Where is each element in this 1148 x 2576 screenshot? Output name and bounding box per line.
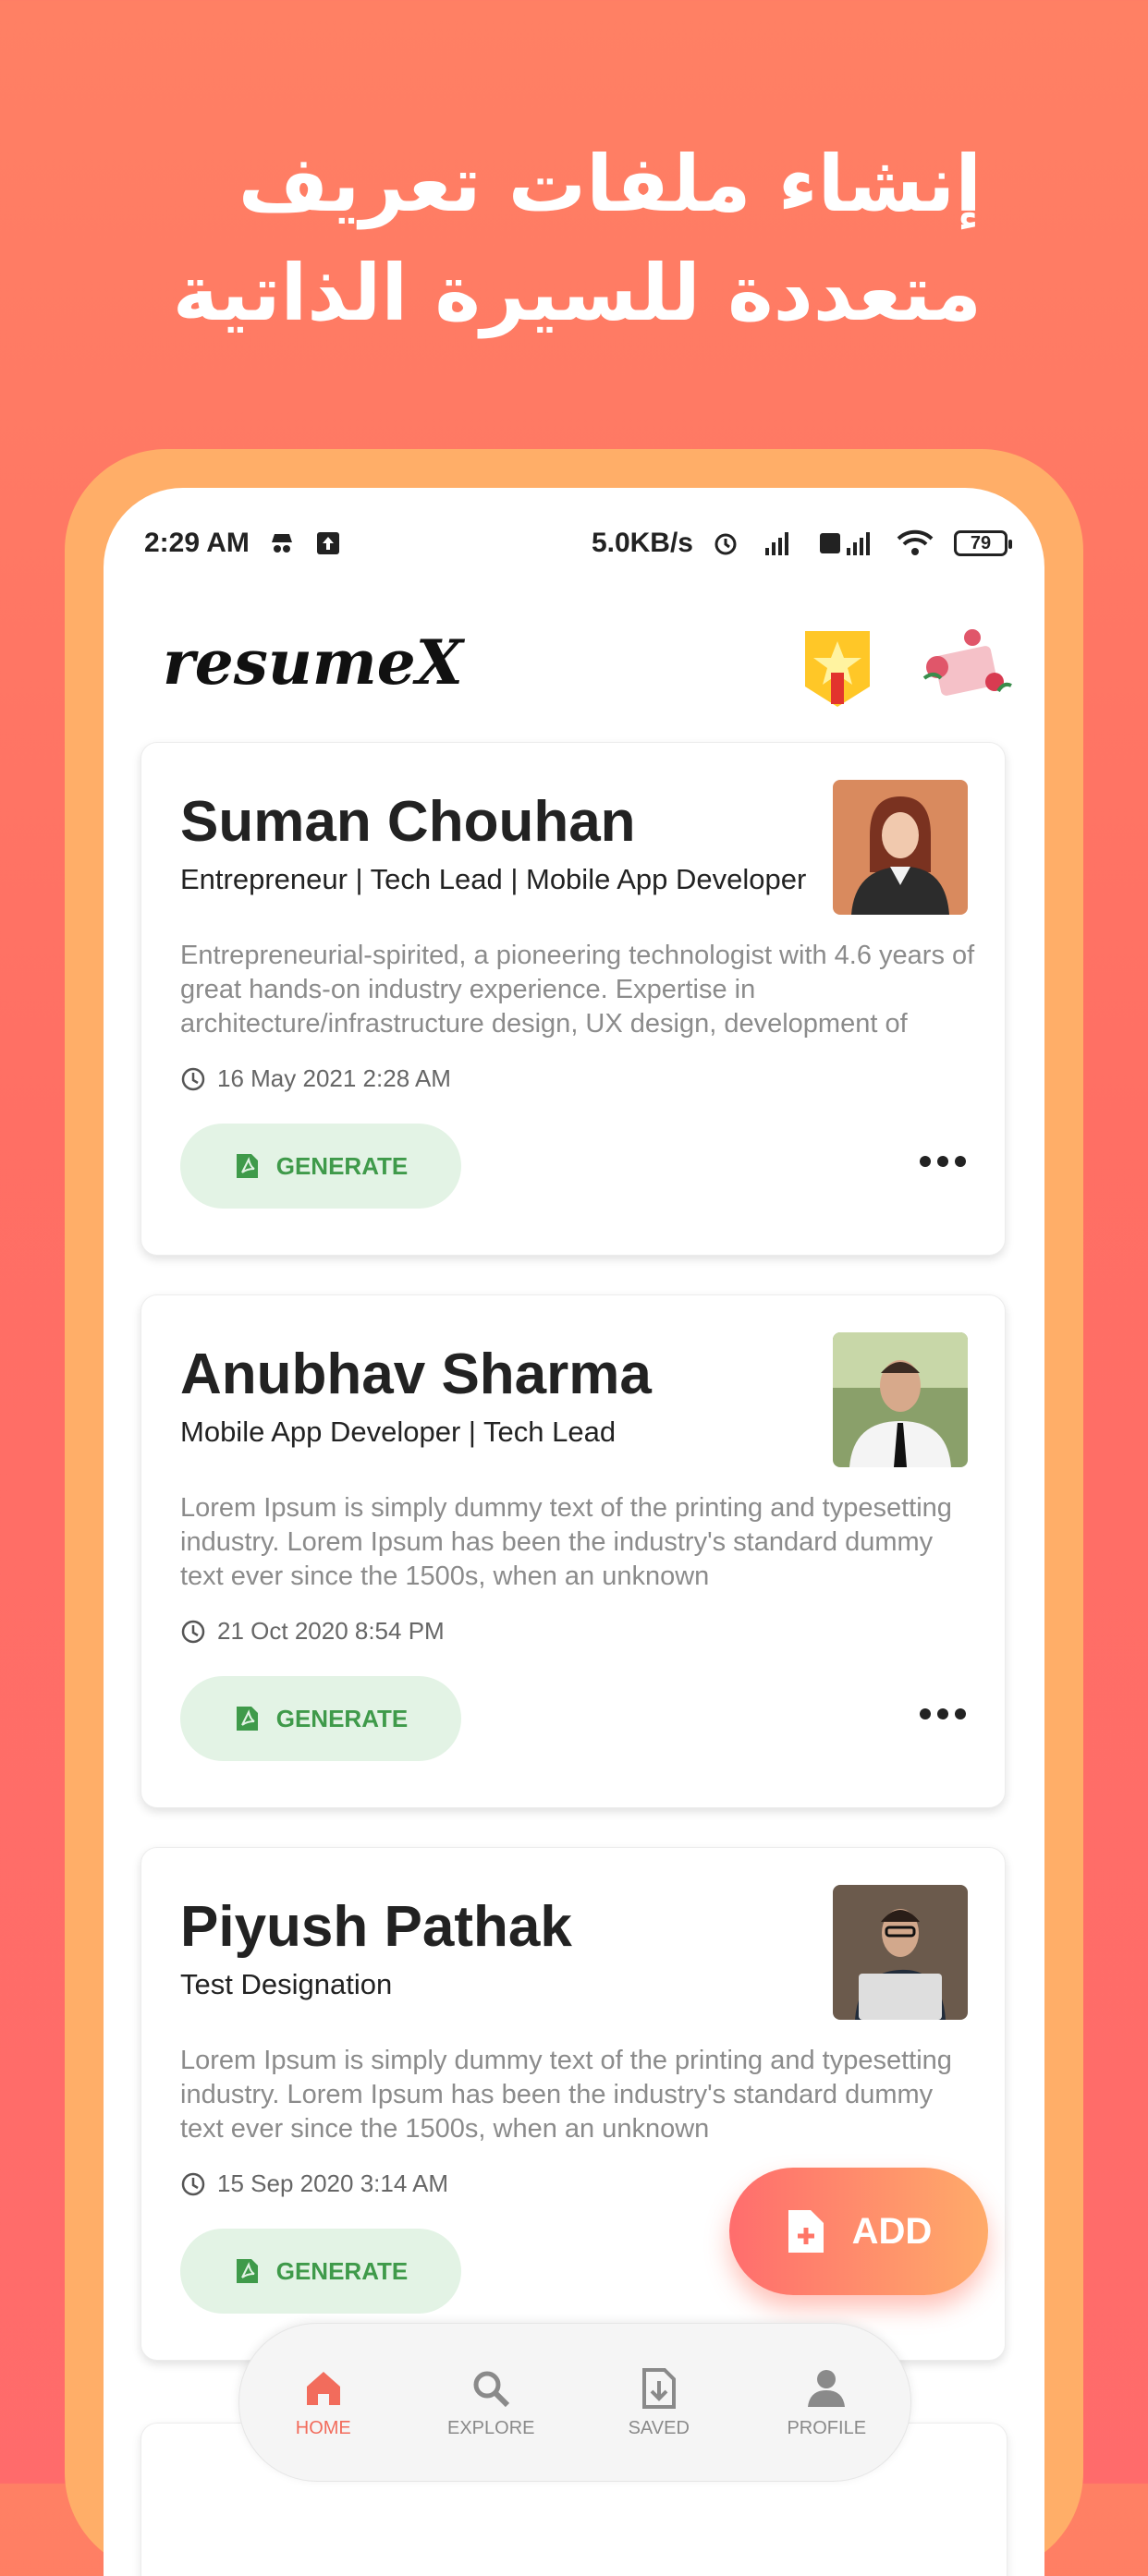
premium-badge-icon[interactable]	[800, 626, 874, 710]
resume-summary: Lorem Ipsum is simply dummy text of the …	[180, 1493, 952, 1591]
nav-item-explore[interactable]: EXPLORE	[421, 2366, 560, 2439]
generate-label: GENERATE	[275, 1704, 409, 1732]
resume-name: Anubhav Sharma	[180, 1343, 652, 1406]
pdf-icon	[236, 1154, 258, 1178]
more-options-icon[interactable]	[918, 1702, 968, 1726]
resume-date: 21 Oct 2020 8:54 PM	[180, 1617, 445, 1646]
pdf-icon	[236, 2259, 258, 2283]
resume-date-text: 16 May 2021 2:28 AM	[217, 1064, 451, 1092]
add-resume-button[interactable]: ADD	[729, 2168, 988, 2295]
generate-label: GENERATE	[275, 2256, 409, 2285]
home-icon	[306, 2371, 340, 2405]
status-bar: 2:29 AM 5.0KB/s 79	[144, 516, 1012, 571]
resume-name: Suman Chouhan	[180, 790, 636, 854]
profile-photo	[833, 780, 968, 915]
nav-label: SAVED	[628, 2417, 690, 2438]
resume-name: Piyush Pathak	[180, 1895, 572, 1959]
resume-date-text: 15 Sep 2020 3:14 AM	[217, 2169, 449, 2197]
profile-photo	[833, 1885, 968, 2020]
status-time: 2:29 AM	[144, 528, 250, 558]
nav-item-home[interactable]: HOME	[254, 2366, 393, 2439]
alarm-icon	[714, 533, 737, 555]
resume-date: 16 May 2021 2:28 AM	[180, 1064, 451, 1093]
resume-title: Test Designation	[180, 1968, 393, 2000]
bottom-nav: HOME EXPLORE SAVED PROFILE	[238, 2323, 911, 2482]
nav-item-profile[interactable]: PROFILE	[757, 2366, 896, 2439]
incognito-icon	[271, 534, 292, 553]
resume-date-text: 21 Oct 2020 8:54 PM	[217, 1617, 445, 1645]
nav-label: PROFILE	[787, 2417, 867, 2438]
add-label: ADD	[851, 2210, 933, 2252]
nav-label: HOME	[295, 2417, 351, 2438]
generate-button[interactable]: GENERATE	[180, 1676, 461, 1761]
signal-icon	[765, 532, 788, 555]
app-bar: resumeX	[104, 589, 1044, 728]
gift-icon[interactable]	[917, 625, 1013, 702]
resume-summary: Entrepreneurial-spirited, a pioneering t…	[180, 941, 975, 1039]
add-file-icon	[788, 2210, 824, 2253]
generate-button[interactable]: GENERATE	[180, 2229, 461, 2314]
app-screen: 2:29 AM 5.0KB/s 79 resumeX Suman Chouhan…	[104, 488, 1044, 2576]
resume-card[interactable]: Anubhav Sharma Mobile App Developer | Te…	[140, 1294, 1006, 1808]
generate-button[interactable]: GENERATE	[180, 1124, 461, 1209]
nav-label: EXPLORE	[447, 2417, 535, 2438]
nav-item-saved[interactable]: SAVED	[590, 2366, 728, 2439]
resume-title: Entrepreneur | Tech Lead | Mobile App De…	[180, 863, 807, 895]
clock-icon	[181, 1067, 205, 1090]
wifi-icon	[897, 529, 934, 555]
promo-headline: إنشاء ملفات تعريف متعددة للسيرة الذاتية	[172, 139, 982, 338]
volte-signal-icon	[820, 532, 870, 555]
resume-date: 15 Sep 2020 3:14 AM	[180, 2169, 448, 2198]
clock-icon	[181, 1620, 205, 1643]
upload-icon	[316, 532, 339, 554]
profile-photo	[833, 1332, 968, 1467]
resume-title: Mobile App Developer | Tech Lead	[180, 1416, 617, 1448]
person-icon	[808, 2369, 846, 2407]
generate-label: GENERATE	[275, 1151, 409, 1180]
more-options-icon[interactable]	[918, 1149, 968, 1173]
download-icon	[641, 2367, 676, 2409]
network-speed: 5.0KB/s	[591, 528, 693, 558]
resume-summary: Lorem Ipsum is simply dummy text of the …	[180, 2046, 952, 2144]
app-logo: resumeX	[163, 626, 463, 699]
resume-card[interactable]: Suman Chouhan Entrepreneur | Tech Lead |…	[140, 742, 1006, 1256]
pdf-icon	[236, 1707, 258, 1731]
clock-icon	[181, 2172, 205, 2195]
battery-indicator: 79	[954, 530, 1012, 556]
search-icon	[473, 2371, 510, 2407]
